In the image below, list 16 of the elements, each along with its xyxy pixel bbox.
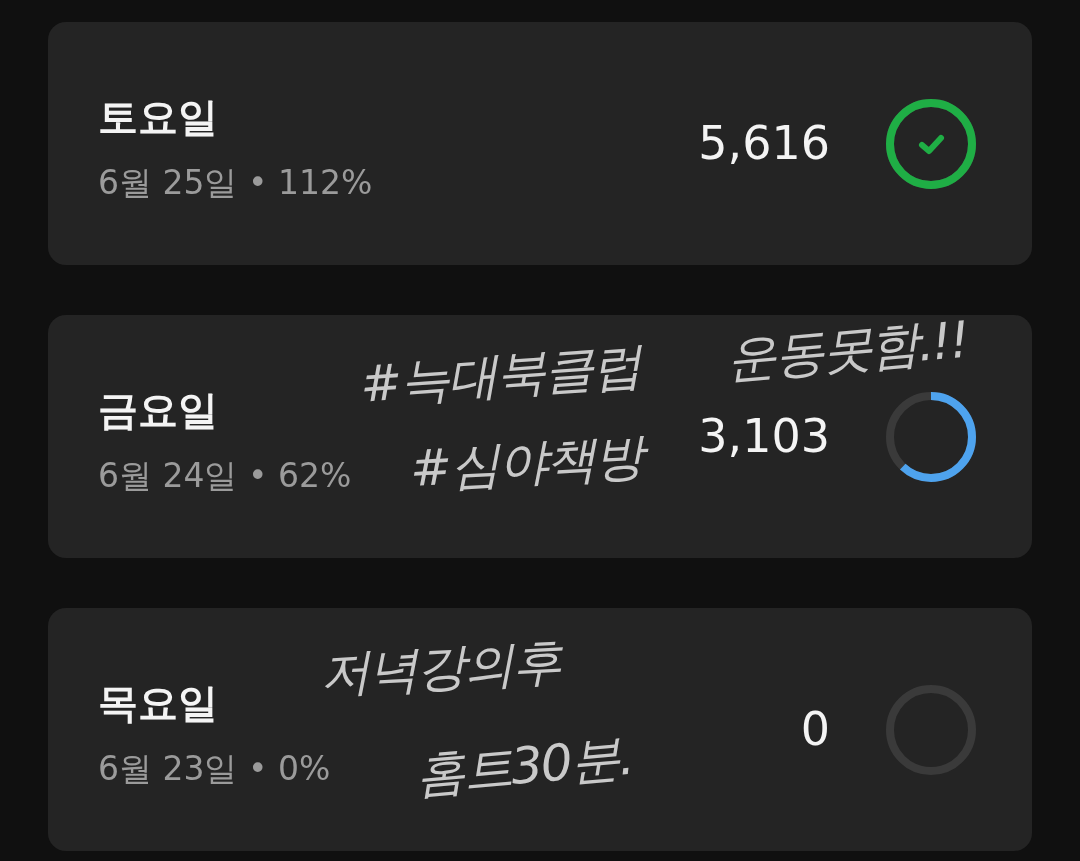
step-count: 3,103 [698,408,830,465]
day-title: 금요일 [98,385,219,434]
check-icon [919,134,944,154]
day-summary: 6월 24일 • 62% [98,455,352,496]
day-summary: 6월 23일 • 0% [98,748,331,789]
day-title: 목요일 [98,678,219,727]
day-summary: 6월 25일 • 112% [98,162,373,203]
day-card[interactable]: 토요일 6월 25일 • 112% 5,616 [48,22,1032,265]
step-count: 0 [800,701,830,758]
day-card[interactable]: 금요일 6월 24일 • 62% 3,103 #늑대북클럽 #심야책방 운동못함.!! [48,315,1032,558]
day-title: 토요일 [98,92,219,141]
handwritten-note: #늑대북클럽 [358,335,642,415]
handwritten-note: 홈트30분. [412,726,635,806]
day-card[interactable]: 목요일 6월 23일 • 0% 0 저녁강의후 홈트30분. [48,608,1032,851]
handwritten-note: 저녁강의후 [318,631,562,705]
step-count: 5,616 [698,115,830,172]
